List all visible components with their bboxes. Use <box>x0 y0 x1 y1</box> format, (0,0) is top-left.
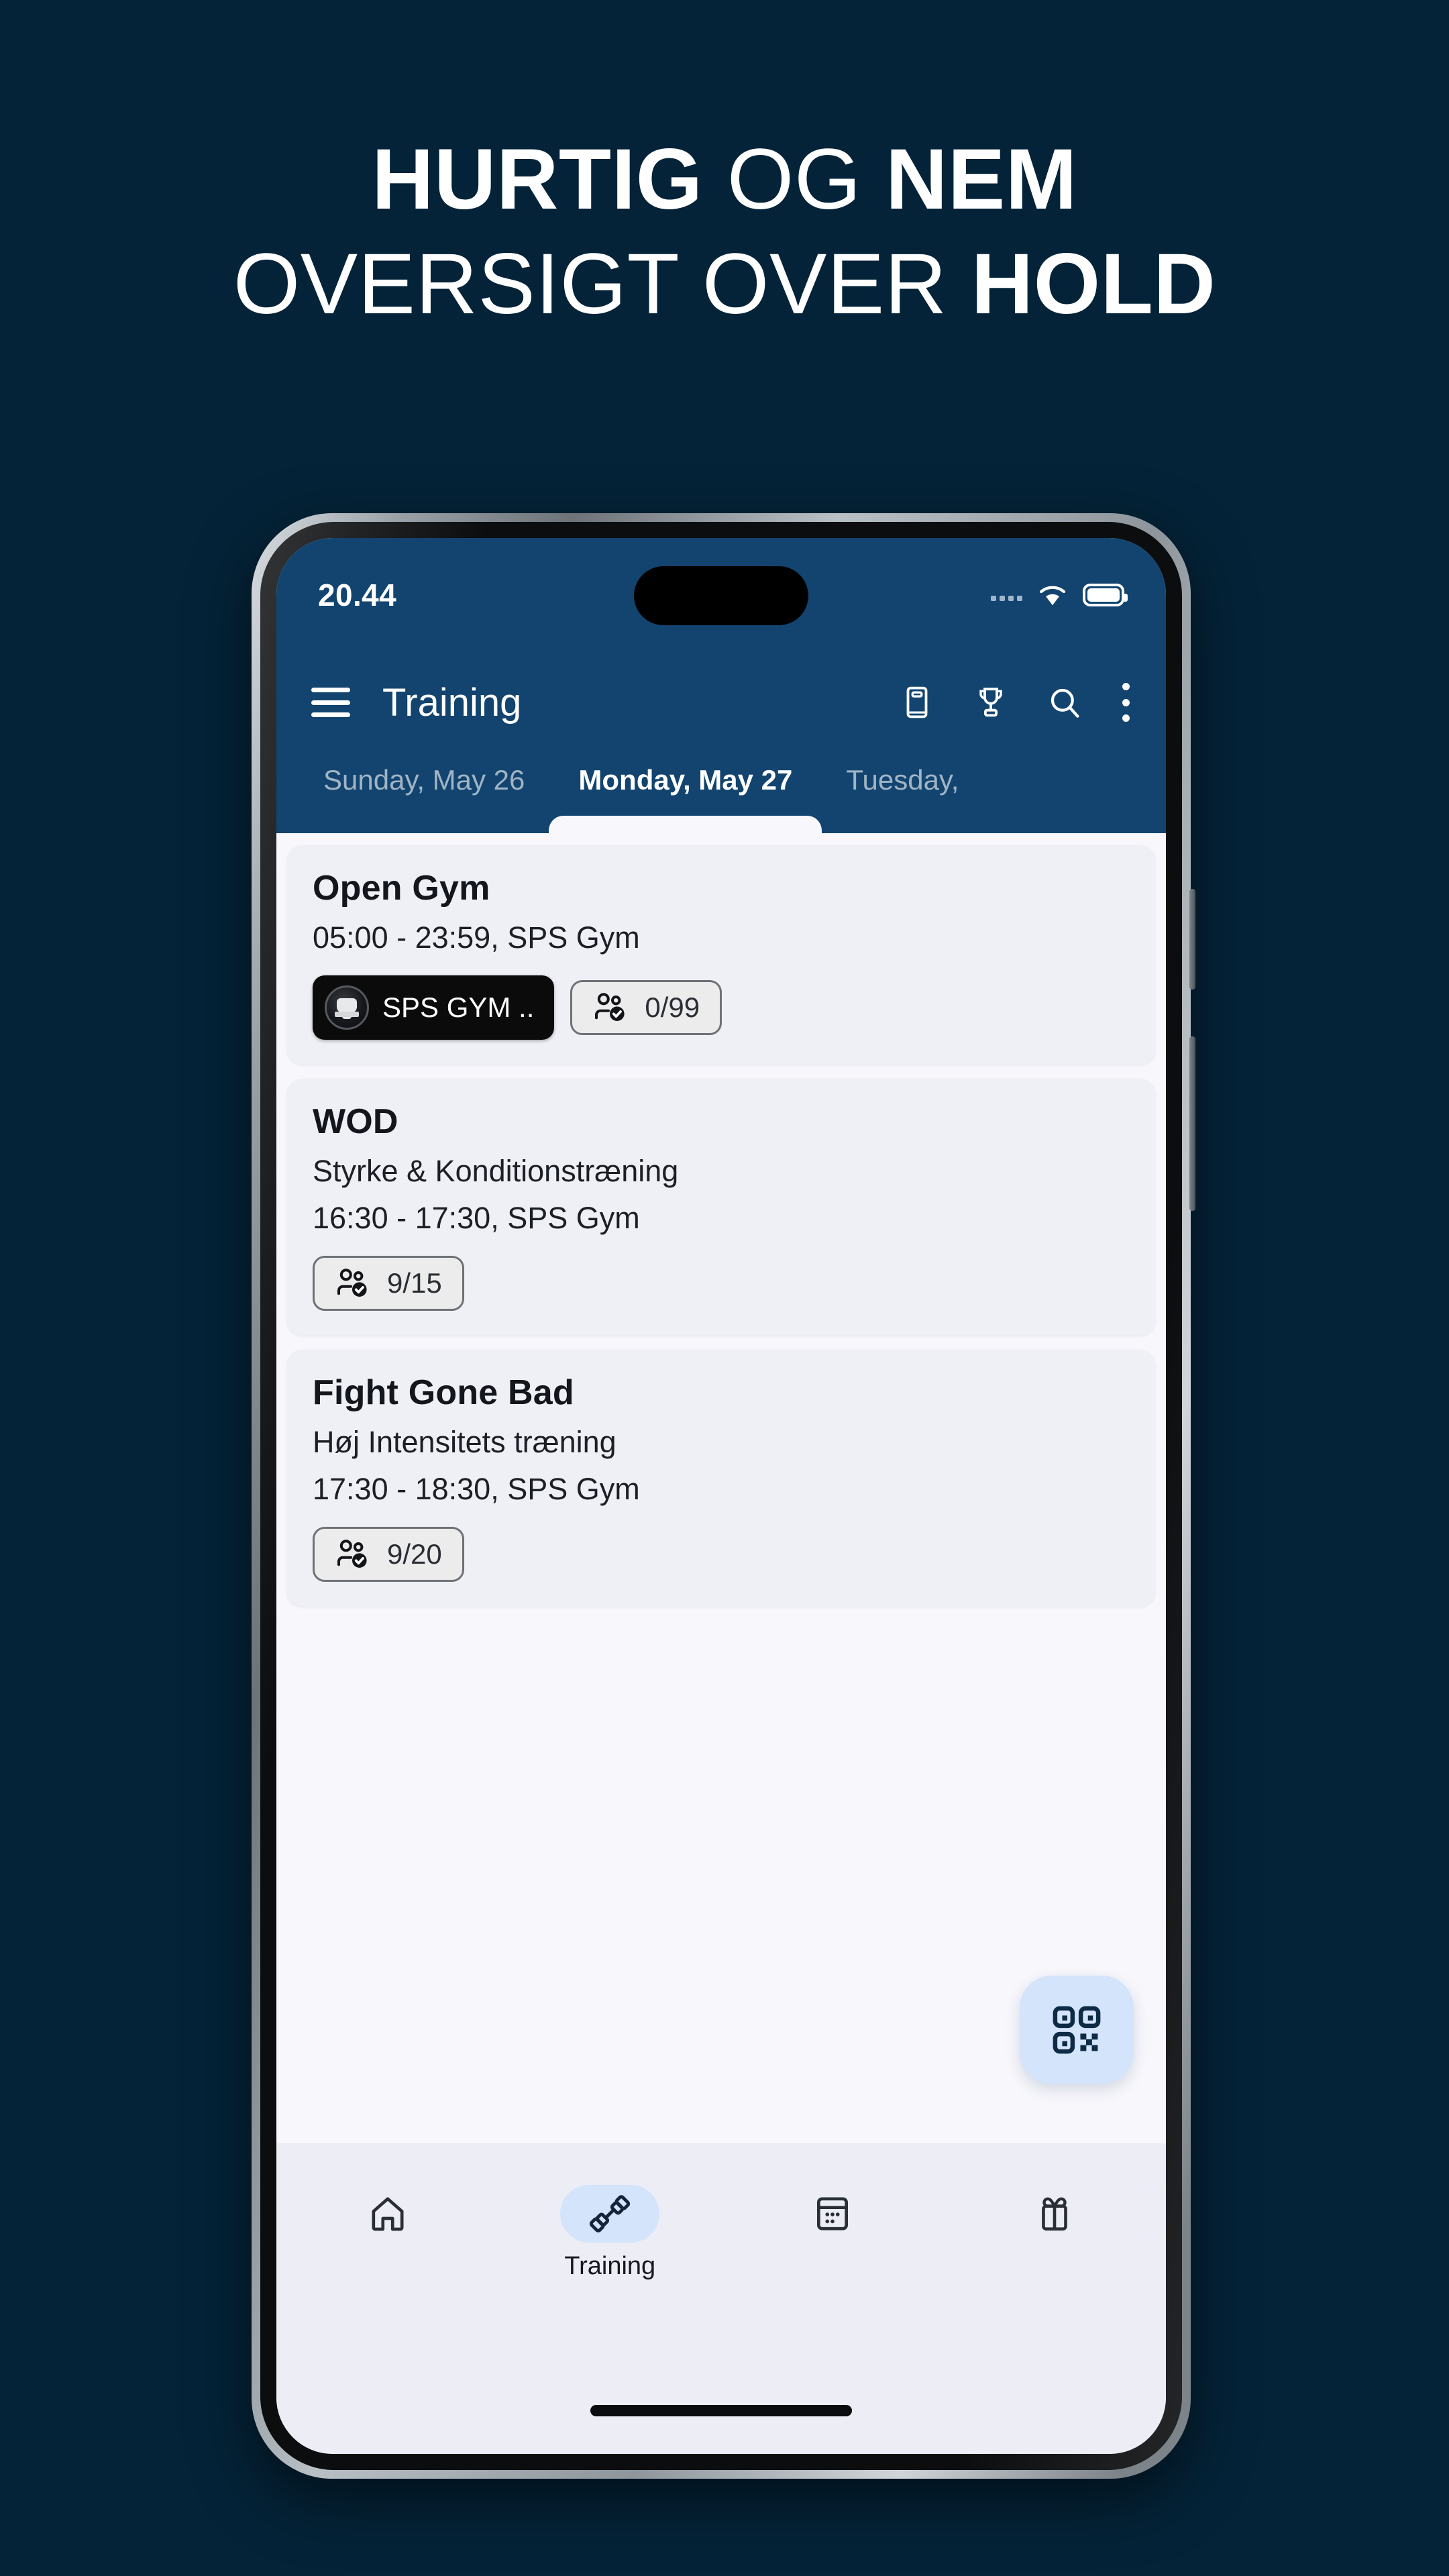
phone-screen: 20.44 Training Sunday, May 26 Monday, Ma… <box>276 538 1166 2454</box>
class-time-location: 17:30 - 18:30, SPS Gym <box>313 1472 640 1506</box>
gym-chip[interactable]: SPS GYM .. <box>313 975 555 1040</box>
attendance-count: 9/15 <box>387 1267 442 1299</box>
nav-calendar[interactable] <box>721 2185 944 2252</box>
battery-icon <box>1083 584 1128 606</box>
nav-home-pill <box>338 2185 437 2243</box>
status-bar-icons <box>991 583 1128 607</box>
class-title: Open Gym <box>313 869 490 908</box>
date-tab-sunday[interactable]: Sunday, May 26 <box>297 766 551 794</box>
nav-shop-pill <box>1005 2185 1104 2243</box>
phone-mockup: 20.44 Training Sunday, May 26 Monday, Ma… <box>252 513 1195 2479</box>
class-list: Open Gym 05:00 - 23:59, SPS Gym SPS GYM … <box>276 833 1166 2143</box>
attendance-chip[interactable]: 9/20 <box>313 1527 464 1582</box>
overflow-menu-icon[interactable] <box>1120 683 1131 722</box>
people-check-icon <box>595 993 625 1021</box>
headline-words-oversigt-over: OVERSIGT OVER <box>233 236 971 333</box>
class-card[interactable]: Fight Gone Bad Høj Intensitets træning 1… <box>287 1350 1155 1606</box>
date-tab-strip[interactable]: Sunday, May 26 Monday, May 27 Tuesday, <box>276 753 1166 833</box>
phone-volume-button[interactable] <box>1189 1036 1195 1211</box>
page-title: Training <box>382 680 522 724</box>
active-tab-indicator <box>549 816 822 833</box>
hamburger-menu-icon[interactable] <box>311 688 350 717</box>
promo-headline: HURTIG OG NEM OVERSIGT OVER HOLD <box>0 127 1449 337</box>
dumbbell-icon <box>590 2195 631 2233</box>
nav-home[interactable] <box>276 2185 499 2252</box>
people-check-icon <box>337 1540 367 1568</box>
class-title: Fight Gone Bad <box>313 1373 574 1412</box>
app-bar: Training <box>276 652 1166 753</box>
nav-shop[interactable] <box>944 2185 1167 2252</box>
nav-training-pill <box>560 2185 660 2243</box>
headline-line-2: OVERSIGT OVER HOLD <box>0 232 1449 337</box>
qr-scan-button[interactable] <box>1020 1976 1134 2084</box>
attendance-count: 9/20 <box>387 1538 442 1570</box>
gesture-navigation-bar[interactable] <box>590 2405 852 2416</box>
phone-power-button[interactable] <box>1189 889 1195 989</box>
calendar-icon <box>816 2197 848 2231</box>
app-bar-actions <box>899 683 1131 722</box>
trophy-icon[interactable] <box>973 684 1009 720</box>
sps-gym-logo-icon <box>325 985 369 1030</box>
date-tab-monday[interactable]: Monday, May 27 <box>551 766 819 794</box>
home-icon <box>372 2197 404 2231</box>
signal-dots-icon <box>991 589 1022 601</box>
bottom-navigation: Training <box>276 2143 1166 2454</box>
qr-code-icon <box>1053 2006 1101 2054</box>
people-check-icon <box>337 1269 367 1297</box>
attendance-count: 0/99 <box>645 991 700 1023</box>
headline-word-hold: HOLD <box>971 236 1216 333</box>
status-bar: 20.44 <box>276 538 1166 652</box>
nav-training-label: Training <box>564 2252 656 2280</box>
class-time-location: 16:30 - 17:30, SPS Gym <box>313 1201 640 1235</box>
class-card[interactable]: WOD Styrke & Konditionstræning 16:30 - 1… <box>287 1079 1155 1335</box>
attendance-chip[interactable]: 9/15 <box>313 1256 464 1311</box>
class-time-location: 05:00 - 23:59, SPS Gym <box>313 920 640 955</box>
headline-word-og: OG <box>702 131 885 227</box>
headline-word-hurtig: HURTIG <box>372 131 703 227</box>
class-description: Styrke & Konditionstræning <box>313 1154 679 1188</box>
gift-icon <box>1042 2197 1068 2231</box>
nav-training[interactable]: Training <box>499 2185 722 2281</box>
journal-book-icon[interactable] <box>899 684 935 720</box>
headline-word-nem: NEM <box>885 131 1077 227</box>
class-chips: 9/15 <box>313 1256 1130 1311</box>
class-chips: SPS GYM .. 0/99 <box>313 975 1130 1040</box>
class-card[interactable]: Open Gym 05:00 - 23:59, SPS Gym SPS GYM … <box>287 845 1155 1064</box>
class-title: WOD <box>313 1102 398 1141</box>
wifi-icon <box>1039 586 1066 606</box>
headline-line-1: HURTIG OG NEM <box>0 127 1449 232</box>
camera-cutout <box>634 566 808 625</box>
date-tab-tuesday[interactable]: Tuesday, <box>819 766 985 794</box>
nav-calendar-pill <box>783 2185 882 2243</box>
search-icon[interactable] <box>1046 684 1083 720</box>
class-chips: 9/20 <box>313 1527 1130 1582</box>
class-description: Høj Intensitets træning <box>313 1425 616 1459</box>
gym-chip-label: SPS GYM .. <box>382 991 535 1023</box>
attendance-chip[interactable]: 0/99 <box>570 980 722 1035</box>
status-bar-time: 20.44 <box>318 578 397 612</box>
